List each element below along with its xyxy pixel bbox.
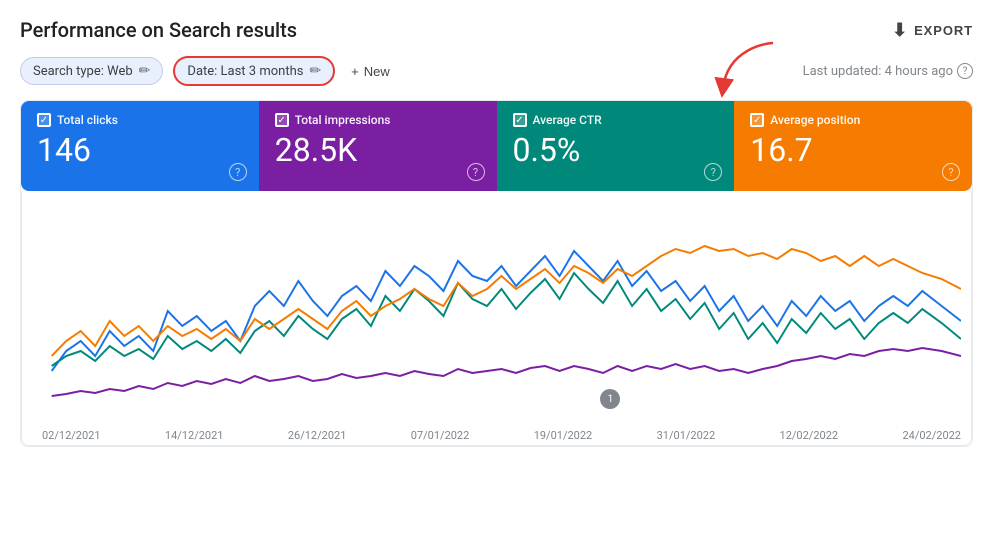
total-impressions-checkbox[interactable] [275, 113, 289, 127]
last-updated: Last updated: 4 hours ago ? [803, 63, 973, 79]
last-updated-text: Last updated: 4 hours ago [803, 64, 953, 79]
average-ctr-value: 0.5% [513, 133, 719, 168]
date-range-edit-icon: ✏ [309, 63, 321, 79]
metrics-container: Total clicks 146 ? Total impressions 28.… [20, 100, 973, 447]
export-label: EXPORT [914, 23, 973, 38]
x-label-5: 31/01/2022 [657, 429, 716, 442]
filter-row: Search type: Web ✏ Date: Last 3 months ✏… [20, 56, 973, 86]
header-row: Performance on Search results ⬇ EXPORT [20, 18, 973, 42]
metric-card-total-clicks[interactable]: Total clicks 146 ? [21, 101, 259, 191]
total-impressions-label: Total impressions [295, 113, 391, 127]
new-filter-button[interactable]: + New [345, 59, 396, 84]
export-button[interactable]: ⬇ EXPORT [892, 20, 973, 41]
chart-svg [42, 211, 961, 421]
metric-card-total-impressions[interactable]: Total impressions 28.5K ? [259, 101, 497, 191]
export-icon: ⬇ [892, 20, 908, 41]
average-ctr-checkbox[interactable] [513, 113, 527, 127]
last-updated-help-icon[interactable]: ? [957, 63, 973, 79]
x-axis-labels: 02/12/2021 14/12/2021 26/12/2021 07/01/2… [42, 425, 961, 442]
x-label-2: 26/12/2021 [288, 429, 347, 442]
total-clicks-label: Total clicks [57, 113, 118, 127]
metrics-row: Total clicks 146 ? Total impressions 28.… [21, 101, 972, 191]
total-clicks-value: 146 [37, 133, 243, 168]
total-impressions-value: 28.5K [275, 133, 481, 168]
average-position-help-icon[interactable]: ? [942, 163, 960, 181]
total-clicks-help-icon[interactable]: ? [229, 163, 247, 181]
chart-container: 1 02/12/2021 14/12/2021 26/12/2021 07/01… [21, 191, 972, 446]
average-ctr-help-icon[interactable]: ? [704, 163, 722, 181]
search-type-edit-icon: ✏ [139, 63, 151, 79]
x-label-7: 24/02/2022 [902, 429, 961, 442]
date-range-label: Date: Last 3 months [187, 64, 303, 79]
x-label-4: 19/01/2022 [534, 429, 593, 442]
metric-card-average-ctr[interactable]: Average CTR 0.5% ? [497, 101, 735, 191]
search-type-label: Search type: Web [33, 64, 133, 79]
page-title: Performance on Search results [20, 18, 297, 42]
new-filter-label: New [364, 64, 390, 79]
average-ctr-label: Average CTR [533, 113, 602, 127]
x-label-3: 07/01/2022 [411, 429, 470, 442]
x-label-6: 12/02/2022 [780, 429, 839, 442]
plus-icon: + [351, 64, 359, 79]
date-range-filter[interactable]: Date: Last 3 months ✏ [173, 56, 335, 86]
average-position-checkbox[interactable] [750, 113, 764, 127]
average-position-label: Average position [770, 113, 860, 127]
x-label-1: 14/12/2021 [165, 429, 224, 442]
total-clicks-checkbox[interactable] [37, 113, 51, 127]
average-position-value: 16.7 [750, 133, 956, 168]
search-type-filter[interactable]: Search type: Web ✏ [20, 57, 163, 85]
metric-card-average-position[interactable]: Average position 16.7 ? [734, 101, 972, 191]
x-label-0: 02/12/2021 [42, 429, 101, 442]
total-impressions-help-icon[interactable]: ? [467, 163, 485, 181]
